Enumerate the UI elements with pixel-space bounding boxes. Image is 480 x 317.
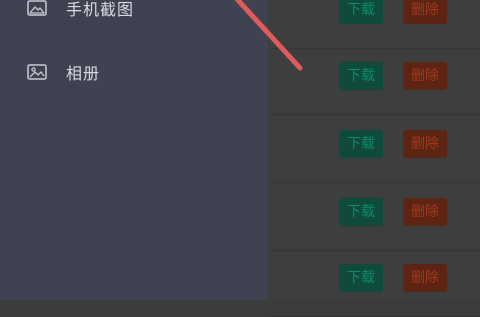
photo-album-icon (27, 64, 47, 80)
list-item: 下载 删除 (268, 250, 480, 317)
drawer-item-screenshots[interactable]: 手机截图 (0, 0, 268, 30)
download-button[interactable]: 下载 (339, 0, 383, 24)
image-icon (27, 0, 47, 16)
list-item: 下载 删除 (268, 184, 480, 251)
drawer-item-label: 相册 (66, 64, 101, 83)
download-button[interactable]: 下载 (339, 130, 383, 158)
delete-button[interactable]: 删除 (403, 0, 447, 24)
drawer-item-label: 手机截图 (66, 0, 135, 19)
list-item: 下载 删除 (268, 0, 480, 49)
file-list: 下载 删除 下载 删除 下载 删除 下载 删除 下载 删除 (268, 0, 480, 317)
navigation-drawer: 手机截图 相册 (0, 0, 268, 300)
delete-button[interactable]: 删除 (403, 198, 447, 226)
delete-button[interactable]: 删除 (403, 130, 447, 158)
list-item: 下载 删除 (268, 48, 480, 115)
delete-button[interactable]: 删除 (403, 62, 447, 90)
delete-button[interactable]: 删除 (403, 264, 447, 292)
download-button[interactable]: 下载 (339, 62, 383, 90)
list-item: 下载 删除 (268, 116, 480, 183)
download-button[interactable]: 下载 (339, 198, 383, 226)
download-button[interactable]: 下载 (339, 264, 383, 292)
drawer-item-album[interactable]: 相册 (0, 54, 268, 94)
